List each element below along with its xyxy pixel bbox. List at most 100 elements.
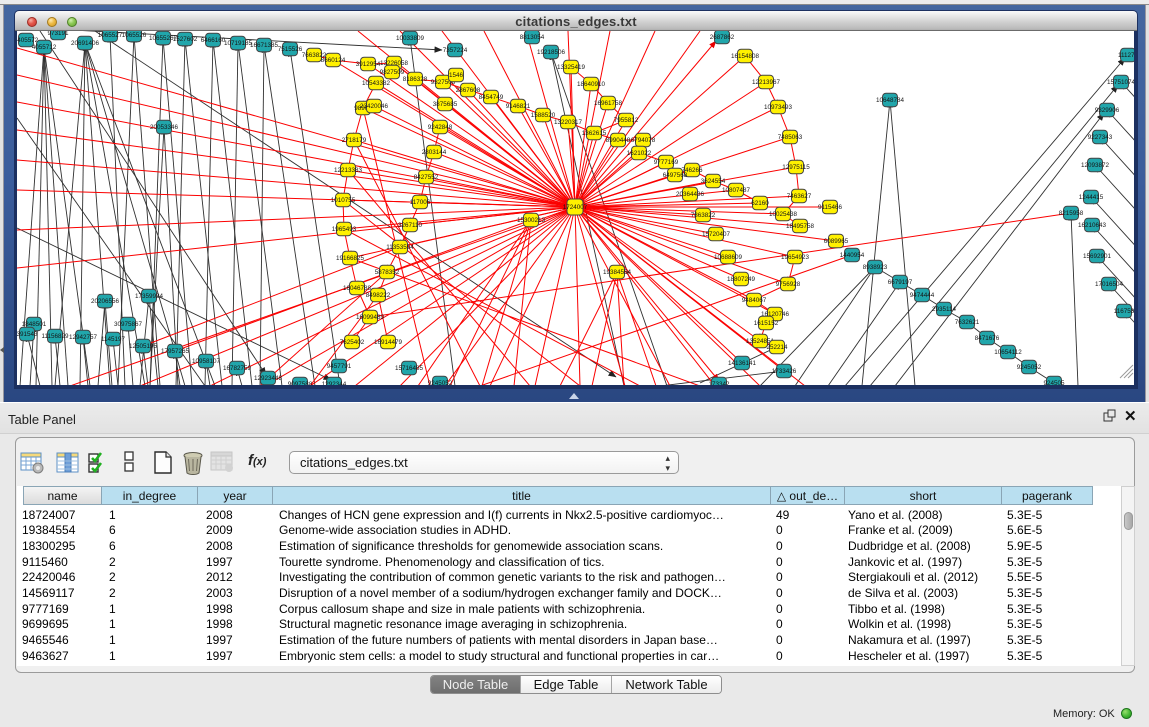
svg-text:2935114: 2935114 — [932, 306, 957, 313]
svg-text:9329906: 9329906 — [1095, 107, 1120, 114]
svg-text:391543: 391543 — [17, 331, 38, 338]
svg-text:8660124: 8660124 — [321, 57, 346, 64]
svg-text:9777169: 9777169 — [654, 159, 679, 166]
svg-text:10807487: 10807487 — [722, 187, 751, 194]
svg-text:23420046: 23420046 — [360, 103, 389, 110]
svg-text:8990448: 8990448 — [606, 137, 631, 144]
svg-text:1588520: 1588520 — [531, 112, 556, 119]
svg-text:8454749: 8454749 — [479, 94, 504, 101]
svg-text:6497568: 6497568 — [663, 172, 688, 179]
svg-text:15720407: 15720407 — [702, 231, 731, 238]
svg-text:30975867: 30975867 — [114, 321, 143, 328]
svg-text:9097588: 9097588 — [288, 381, 313, 385]
svg-text:8427552: 8427552 — [414, 174, 439, 181]
svg-text:11156829: 11156829 — [41, 333, 69, 340]
svg-text:1405572: 1405572 — [17, 37, 39, 44]
svg-text:6466160: 6466160 — [201, 37, 226, 44]
svg-text:15692901: 15692901 — [1083, 253, 1112, 260]
svg-text:2803144: 2803144 — [422, 149, 447, 156]
svg-text:10958107: 10958107 — [192, 358, 221, 365]
svg-text:10025438: 10025438 — [769, 211, 798, 218]
svg-text:8938923: 8938923 — [863, 264, 888, 271]
svg-text:1527602: 1527602 — [173, 36, 198, 43]
svg-text:13220317: 13220317 — [554, 119, 583, 126]
svg-text:9245052: 9245052 — [1017, 364, 1042, 371]
svg-text:16782759: 16782759 — [223, 365, 252, 372]
svg-text:19166825: 19166825 — [336, 255, 365, 262]
svg-text:9827509: 9827509 — [380, 69, 405, 76]
svg-text:20206556: 20206556 — [91, 298, 120, 305]
svg-text:7863822: 7863822 — [691, 212, 716, 219]
svg-text:10719185: 10719185 — [224, 40, 253, 47]
svg-text:62160: 62160 — [751, 200, 769, 207]
svg-text:16154808: 16154808 — [731, 53, 760, 60]
svg-text:12942757: 12942757 — [69, 334, 98, 341]
svg-text:16961758: 16961758 — [594, 100, 623, 107]
svg-text:4055712: 4055712 — [32, 44, 57, 51]
svg-text:2867608: 2867608 — [456, 87, 481, 94]
svg-text:9146821: 9146821 — [506, 103, 531, 110]
svg-text:16046788: 16046788 — [343, 285, 372, 292]
svg-text:17016504: 17016504 — [1095, 281, 1124, 288]
svg-text:1733426: 1733426 — [772, 368, 797, 375]
svg-text:18495758: 18495758 — [786, 223, 815, 230]
svg-text:5878352: 5878352 — [375, 269, 400, 276]
svg-text:1440954: 1440954 — [840, 252, 865, 259]
svg-text:973191: 973191 — [47, 31, 69, 37]
svg-text:10543382: 10543382 — [362, 80, 391, 87]
svg-text:3875685: 3875685 — [433, 101, 458, 108]
svg-text:13325419: 13325419 — [557, 64, 586, 71]
svg-text:2687862: 2687862 — [710, 34, 735, 41]
svg-text:16210643: 16210643 — [1078, 222, 1107, 229]
svg-text:9474444: 9474444 — [910, 292, 935, 299]
svg-text:12093872: 12093872 — [1081, 162, 1110, 169]
svg-text:1546: 1546 — [449, 72, 464, 79]
svg-text:117006: 117006 — [410, 199, 431, 206]
svg-text:7515526: 7515526 — [278, 46, 303, 53]
svg-text:8471676: 8471676 — [975, 335, 1000, 342]
svg-text:1362615: 1362615 — [582, 130, 607, 137]
svg-text:1244415: 1244415 — [1079, 194, 1104, 201]
svg-text:7955812: 7955812 — [614, 117, 639, 124]
svg-text:3267110: 3267110 — [398, 222, 423, 229]
svg-text:19654923: 19654923 — [781, 254, 810, 261]
svg-text:6089965: 6089965 — [824, 238, 849, 245]
svg-text:16914479: 16914479 — [374, 339, 403, 346]
svg-text:7625402: 7625402 — [340, 339, 365, 346]
svg-text:18640910: 18640910 — [577, 81, 606, 88]
svg-text:9484067: 9484067 — [742, 297, 767, 304]
svg-text:1965493: 1965493 — [332, 226, 357, 233]
svg-text:10654112: 10654112 — [994, 349, 1022, 356]
svg-text:9227343: 9227343 — [1088, 134, 1113, 141]
svg-text:17957265: 17957265 — [161, 348, 190, 355]
svg-text:1292344: 1292344 — [322, 381, 347, 385]
svg-text:8498222: 8498222 — [366, 292, 391, 299]
svg-text:116753: 116753 — [1114, 308, 1134, 315]
svg-text:9457791: 9457791 — [327, 363, 352, 370]
svg-text:6794078: 6794078 — [631, 137, 656, 144]
svg-text:10648784: 10648784 — [876, 97, 905, 104]
svg-text:19218506: 19218506 — [537, 49, 566, 56]
svg-text:6679197: 6679197 — [888, 279, 913, 286]
svg-text:20053346: 20053346 — [150, 124, 179, 131]
svg-text:10688609: 10688609 — [714, 254, 743, 261]
svg-text:14136141: 14136141 — [728, 360, 757, 367]
svg-text:16099489: 16099489 — [356, 314, 385, 321]
svg-text:1010755: 1010755 — [331, 197, 356, 204]
svg-text:111274: 111274 — [1118, 52, 1134, 59]
svg-text:8186328: 8186328 — [403, 76, 428, 83]
svg-text:173342: 173342 — [708, 381, 730, 385]
svg-text:7463627: 7463627 — [787, 193, 812, 200]
svg-text:19384554: 19384554 — [603, 269, 632, 276]
svg-text:11353594: 11353594 — [386, 244, 414, 251]
svg-text:1065526: 1065526 — [122, 32, 147, 39]
svg-text:1724007: 1724007 — [563, 204, 588, 211]
svg-text:15716485: 15716485 — [395, 365, 424, 372]
svg-text:15300213: 15300213 — [517, 217, 546, 224]
svg-text:9245052: 9245052 — [428, 380, 453, 385]
svg-text:15751074: 15751074 — [1107, 79, 1134, 86]
svg-text:9756928: 9756928 — [776, 281, 801, 288]
svg-text:9115466: 9115466 — [818, 204, 843, 211]
svg-text:3912954: 3912954 — [356, 61, 381, 68]
svg-text:10973493: 10973493 — [764, 104, 793, 111]
